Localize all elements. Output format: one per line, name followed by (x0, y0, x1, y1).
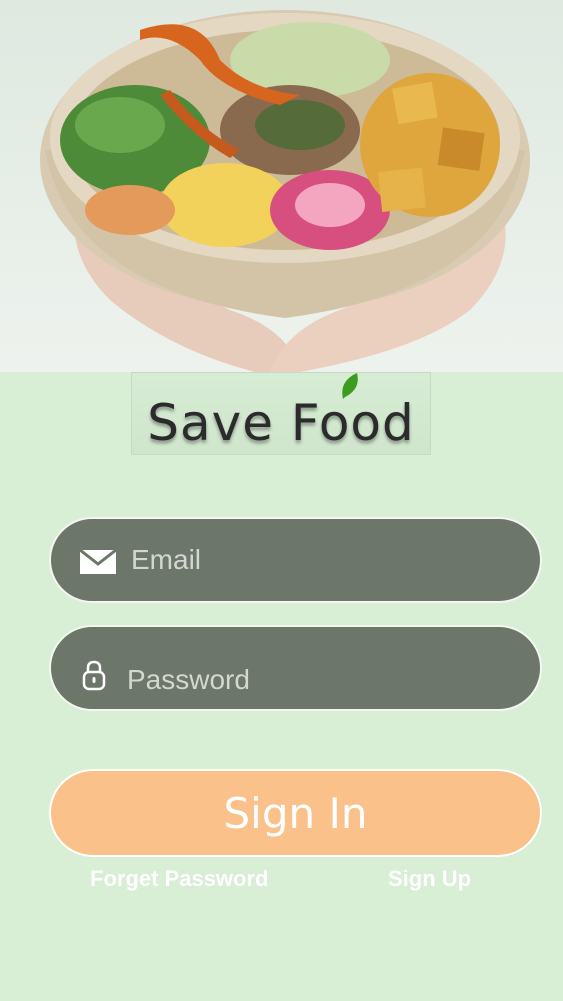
lock-icon (81, 658, 107, 692)
forget-password-link[interactable]: Forget Password (90, 866, 268, 892)
mail-icon (78, 548, 118, 576)
leaf-icon (342, 373, 358, 399)
app-logo: Save Food (131, 372, 431, 455)
app-title: Save Food (147, 393, 415, 452)
food-bowl-illustration (40, 10, 530, 372)
hero-food-image (0, 0, 563, 372)
email-input[interactable] (131, 540, 521, 580)
password-input[interactable] (127, 660, 517, 700)
email-field[interactable] (49, 517, 542, 603)
sign-in-button[interactable]: Sign In (49, 769, 542, 857)
password-field[interactable] (49, 625, 542, 711)
sign-up-link[interactable]: Sign Up (388, 866, 471, 892)
